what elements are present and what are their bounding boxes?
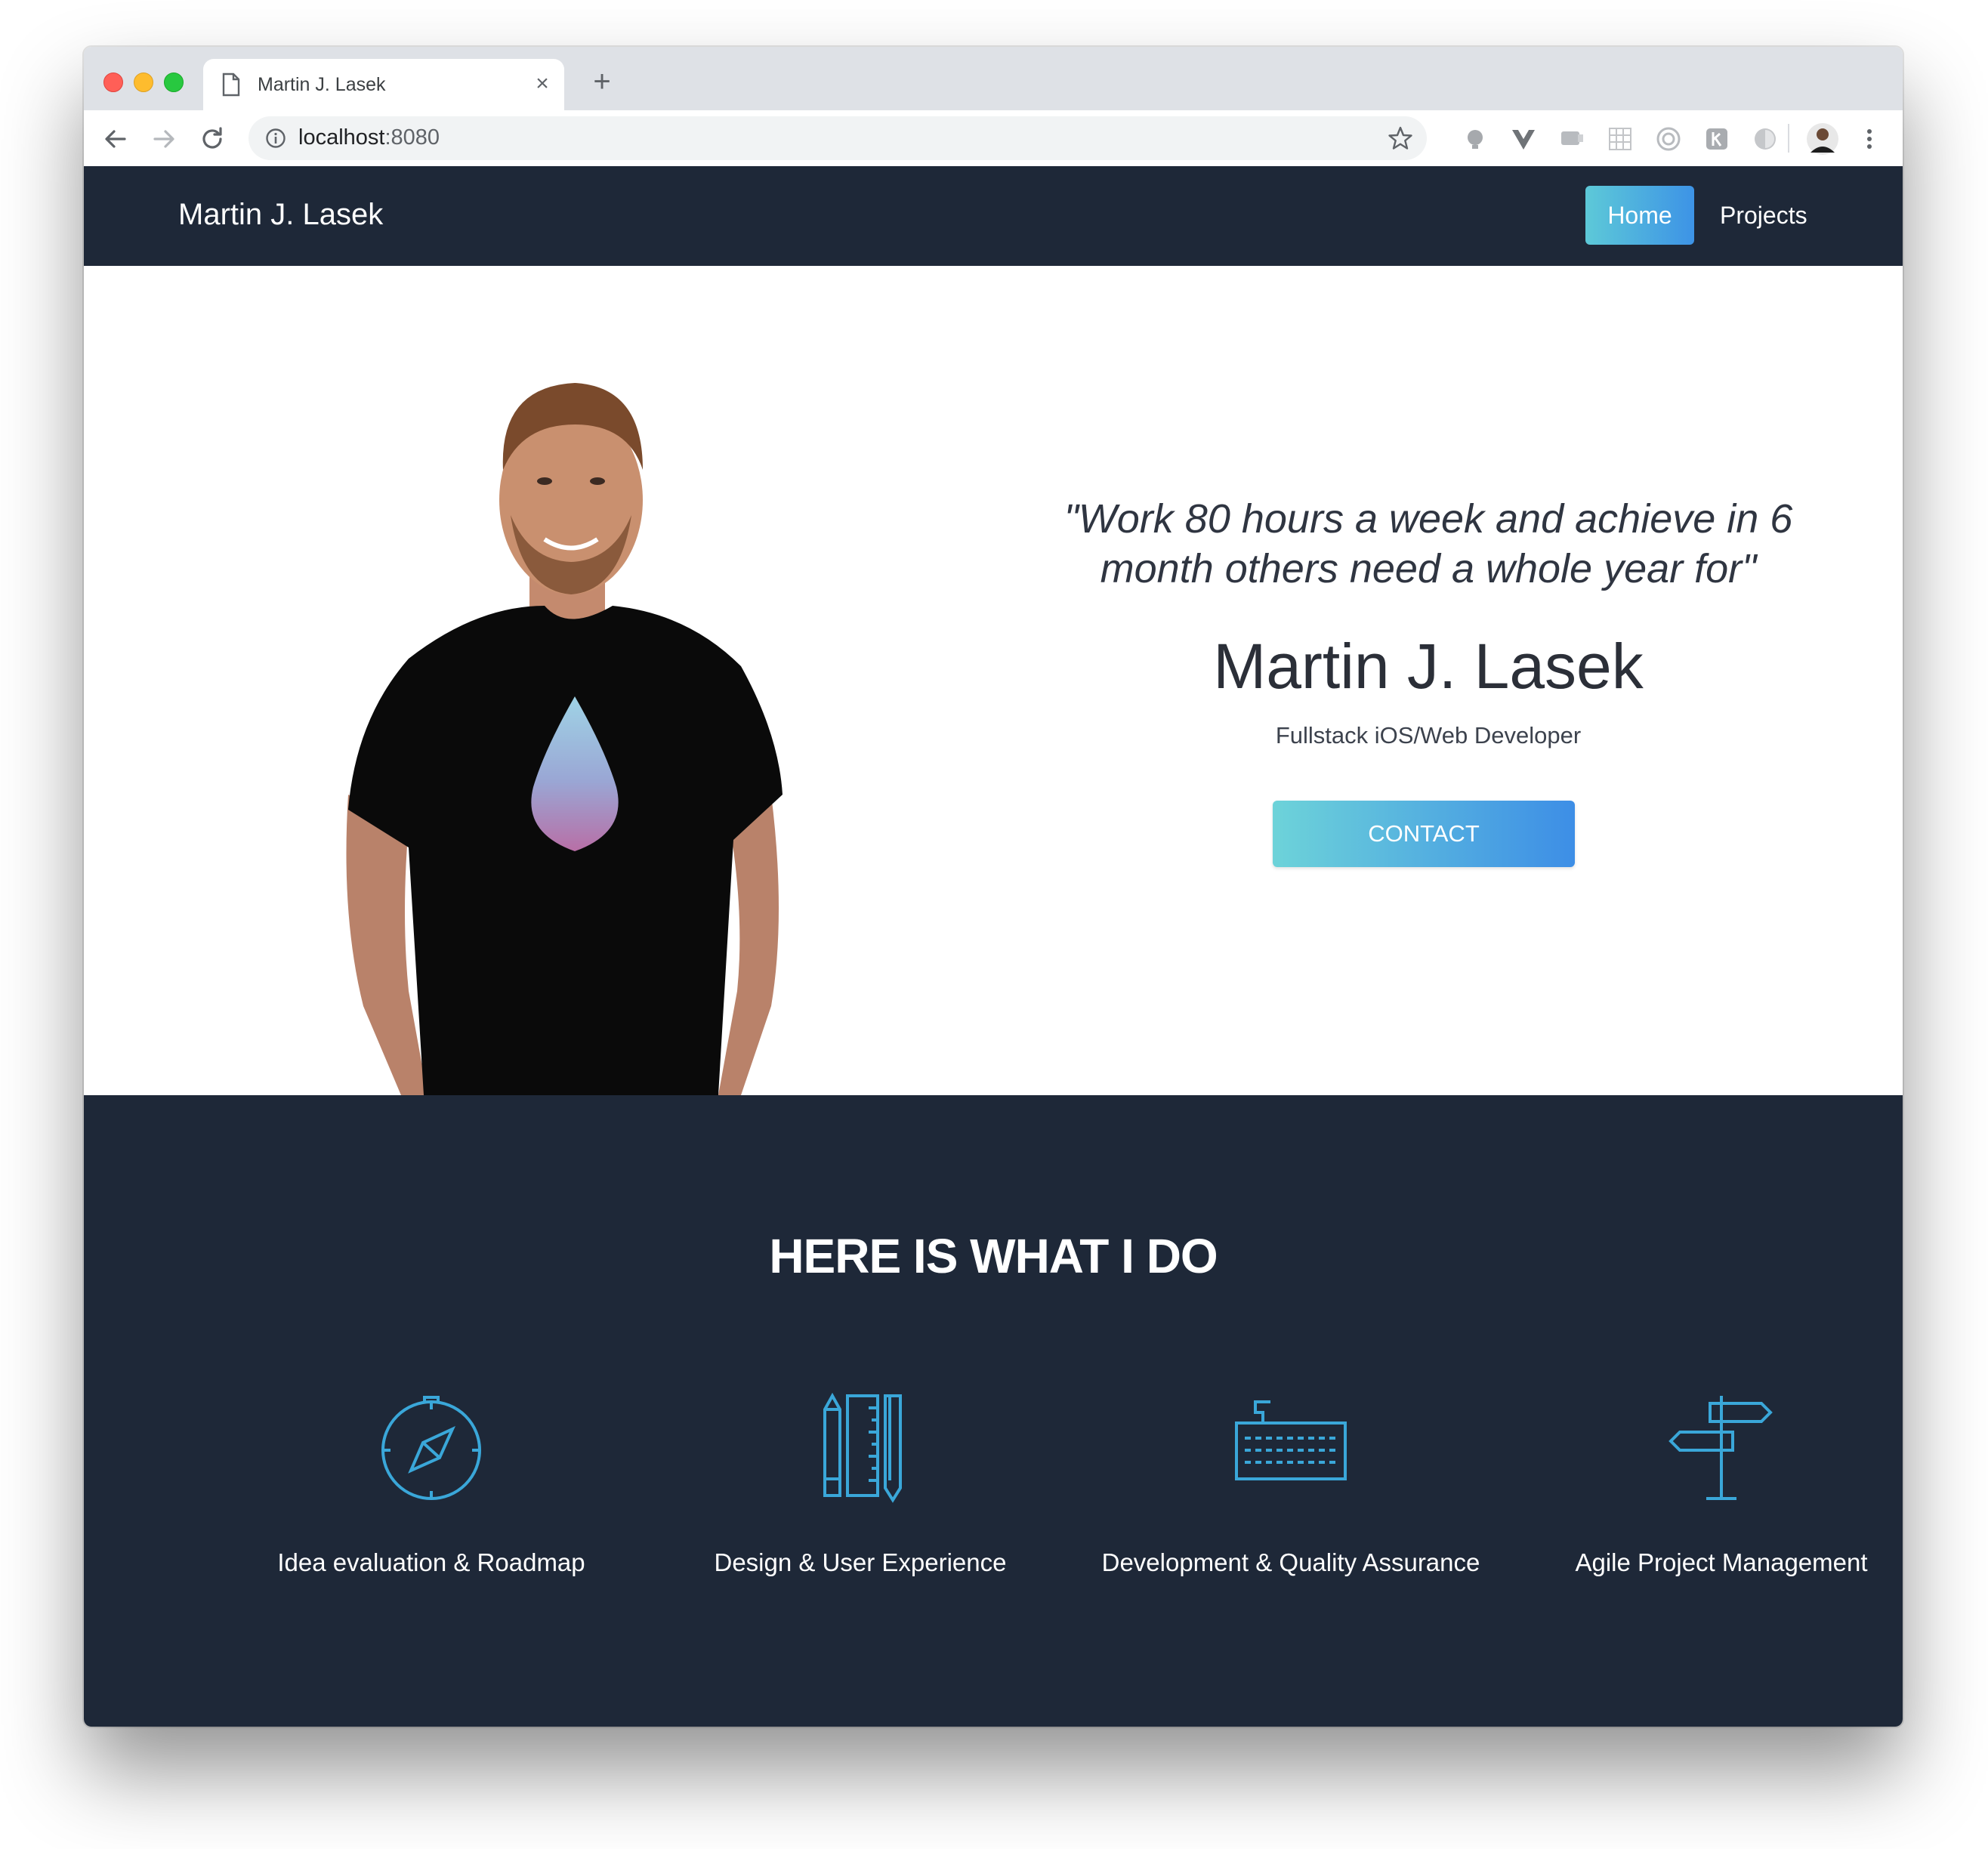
extension-vue-icon[interactable] [1510, 125, 1537, 153]
extension-bulb-icon[interactable] [1462, 125, 1489, 153]
site-brand[interactable]: Martin J. Lasek [178, 198, 383, 232]
nav-home-link[interactable]: Home [1585, 186, 1694, 245]
contact-button[interactable]: CONTACT [1273, 801, 1575, 867]
minimize-window-button[interactable] [134, 73, 153, 92]
hero-role: Fullstack iOS/Web Developer [1275, 722, 1582, 749]
url-port: :8080 [384, 125, 440, 150]
url-host: localhost [298, 125, 385, 150]
service-item: Development & Quality Assurance [1079, 1390, 1502, 1586]
tab-strip: Martin J. Lasek × + [84, 47, 1903, 112]
services-title: HERE IS WHAT I DO [769, 1229, 1218, 1283]
service-label: Development & Quality Assurance [1101, 1548, 1480, 1576]
signpost-icon [1668, 1396, 1773, 1500]
forward-icon[interactable] [149, 124, 179, 154]
hero-section: "Work 80 hours a week and achieve in 6 m… [84, 266, 1903, 1095]
service-label: Agile Project Management [1575, 1548, 1868, 1576]
new-tab-button[interactable]: + [587, 66, 617, 97]
services-section: HERE IS WHAT I DO Idea evaluation & Road… [84, 1095, 1903, 1727]
nav-projects-link[interactable]: Projects [1720, 186, 1807, 245]
back-icon[interactable] [100, 124, 131, 154]
info-icon[interactable] [265, 128, 286, 149]
extension-target-icon[interactable] [1655, 125, 1682, 153]
menu-dots-icon[interactable] [1856, 125, 1883, 153]
profile-avatar[interactable] [1806, 122, 1839, 156]
maximize-window-button[interactable] [164, 73, 184, 92]
toolbar-divider [1788, 124, 1789, 153]
browser-window: Martin J. Lasek × + localhost:8080 Marti… [84, 47, 1903, 1727]
extension-k-icon[interactable] [1703, 125, 1730, 153]
keyboard-icon [1235, 1400, 1347, 1480]
url-text: localhost:8080 [298, 125, 440, 150]
service-item: Design & User Experience [649, 1390, 1072, 1586]
service-label: Idea evaluation & Roadmap [277, 1548, 585, 1576]
hero-name: Martin J. Lasek [1213, 631, 1644, 702]
service-label: Design & User Experience [714, 1548, 1007, 1576]
close-window-button[interactable] [103, 73, 123, 92]
extension-screen-icon[interactable] [1558, 125, 1585, 153]
service-item: Idea evaluation & Roadmap [220, 1390, 643, 1586]
close-tab-icon[interactable]: × [531, 73, 554, 95]
document-icon [222, 73, 240, 97]
pencil-ruler-icon [823, 1392, 902, 1503]
browser-tab[interactable]: Martin J. Lasek × [203, 59, 564, 112]
hero-quote: "Work 80 hours a week and achieve in 6 m… [1063, 496, 1793, 591]
address-bar[interactable]: localhost:8080 [248, 116, 1427, 160]
extension-grid-icon[interactable] [1607, 125, 1634, 153]
tab-title: Martin J. Lasek [258, 74, 386, 95]
reload-icon[interactable] [197, 124, 227, 154]
compass-icon [381, 1396, 481, 1500]
service-item: Agile Project Management [1510, 1390, 1903, 1586]
portrait-image [346, 383, 783, 1095]
extension-circle-icon[interactable] [1752, 125, 1779, 153]
site-navbar: Martin J. Lasek Home Projects [84, 166, 1903, 266]
bookmark-star-icon[interactable] [1388, 125, 1413, 151]
